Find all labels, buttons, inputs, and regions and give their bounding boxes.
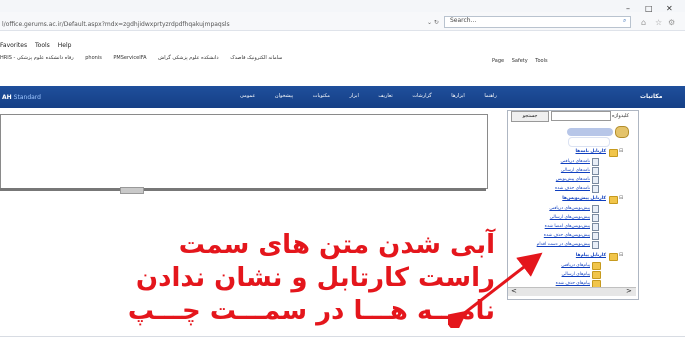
folder-icon — [592, 271, 601, 279]
document-icon — [592, 223, 599, 231]
expander-icon[interactable]: ⊟ — [619, 195, 623, 201]
nav-general[interactable]: عمومی — [240, 93, 255, 99]
tree-search-button[interactable]: جستجو — [511, 111, 549, 122]
menu-favorites[interactable]: Favorites — [0, 42, 27, 49]
document-icon — [592, 205, 599, 213]
document-icon — [592, 241, 599, 249]
nav-reports[interactable]: گزارشات — [412, 93, 431, 99]
document-icon — [592, 185, 599, 193]
annotation-line: نامـــه هـــا در سمـــت چـــپ — [127, 296, 495, 326]
tree-item[interactable]: پیش‌نویس‌های امضا شده — [530, 224, 590, 229]
main-nav: راهنما ابزارها گزارشات تعاریف ابزار مکتو… — [240, 93, 515, 99]
command-bar: Page Safety Tools — [486, 58, 548, 64]
annotation-arrow-icon — [448, 252, 543, 328]
tree-search-label: کلیدواژه — [612, 113, 630, 119]
tree-item[interactable]: نامه‌های پیش‌نویس — [530, 177, 590, 182]
command-page[interactable]: Page — [492, 58, 504, 64]
tree-section-drafts[interactable]: کارتابل پیش‌نویس‌ها — [546, 196, 606, 201]
refresh-icon[interactable]: ⌄ ↻ — [427, 19, 439, 26]
user-role-redacted — [568, 137, 610, 147]
tree-item[interactable]: پیش‌نویس‌های حذف شده — [530, 233, 590, 238]
nav-letters[interactable]: مکتوبات — [313, 93, 330, 99]
expander-icon[interactable]: ⊟ — [619, 148, 623, 154]
panel-divider[interactable] — [0, 188, 486, 191]
favorites-star-icon[interactable]: ☆ — [655, 18, 662, 27]
tree-item[interactable]: پیش‌نویس‌های ارسالی — [530, 215, 590, 220]
annotation-line: راست کارتابل و نشان ندادن — [135, 263, 495, 293]
search-icon[interactable]: ⌕ — [623, 17, 626, 25]
favorite-link[interactable]: سامانه الکترونیک قاصدک — [230, 55, 282, 61]
home-icon[interactable]: ⌂ — [641, 18, 646, 27]
document-icon — [592, 167, 599, 175]
annotation-line: آبی شدن متن های سمت — [178, 230, 495, 260]
scroll-right-icon[interactable]: > — [626, 287, 632, 295]
tree-item[interactable]: پیش‌نویس‌های دریافتی — [530, 206, 590, 211]
document-icon — [592, 232, 599, 240]
tree-search-input[interactable] — [551, 111, 611, 121]
tree-item[interactable]: نامه‌های دریافتی — [540, 159, 590, 164]
user-avatar — [615, 126, 629, 138]
tree-item[interactable]: پیش‌نویس‌های در دست اقدام — [515, 242, 590, 247]
app-edition: Standard — [13, 94, 41, 101]
tree-item[interactable]: نامه‌های ارسالی — [540, 168, 590, 173]
document-icon — [592, 158, 599, 166]
favorite-link[interactable]: PMServiceIFA — [113, 55, 146, 61]
document-icon — [592, 214, 599, 222]
folder-icon — [609, 196, 618, 204]
status-separator — [0, 336, 685, 337]
nav-desk[interactable]: پیشخوان — [275, 93, 293, 99]
tree-item[interactable]: نامه‌های حذف شده — [540, 186, 590, 191]
folder-icon — [609, 149, 618, 157]
nav-definitions[interactable]: تعاریف — [378, 93, 392, 99]
user-name-redacted — [567, 128, 613, 136]
folder-icon — [592, 262, 601, 270]
document-icon — [592, 176, 599, 184]
tree-section-letters[interactable]: کارتابل نامه‌ها — [556, 149, 607, 154]
menu-help[interactable]: Help — [58, 42, 72, 49]
nav-tools[interactable]: ابزارها — [451, 93, 465, 99]
browser-titlebar — [0, 0, 685, 12]
gear-icon[interactable]: ⚙ — [668, 18, 675, 27]
app-logo: AH Standard — [2, 94, 41, 101]
menu-bar: Favorites Tools Help — [0, 42, 77, 52]
letters-list-panel — [0, 114, 488, 189]
expander-icon[interactable]: ⊟ — [619, 252, 623, 258]
annotation-text: آبی شدن متن های سمت راست کارتابل و نشان … — [35, 229, 495, 328]
url-field[interactable]: l/office.gerums.ac.ir/Default.aspx?mdx=z… — [2, 20, 230, 30]
command-safety[interactable]: Safety — [512, 58, 528, 64]
favorite-link[interactable]: دانشکده علوم پزشکی phonis — [17, 55, 102, 61]
app-title: مکاتبات — [640, 93, 663, 100]
divider-grip[interactable] — [120, 187, 144, 194]
favorites-bar: HRIS - رفاه دانشکده علوم پزشکی phonis PM… — [0, 55, 685, 67]
nav-help[interactable]: راهنما — [484, 93, 496, 99]
favorite-link[interactable]: دانشکده علوم پزشکی گراش — [158, 55, 218, 61]
nav-tool[interactable]: ابزار — [349, 93, 358, 99]
search-placeholder: Search... — [450, 17, 477, 24]
app-logo-text: AH — [2, 94, 12, 101]
tree-section-messages[interactable]: کارتابل پیام‌ها — [556, 253, 606, 258]
command-tools[interactable]: Tools — [535, 58, 547, 64]
folder-icon — [609, 253, 618, 261]
menu-tools[interactable]: Tools — [35, 42, 50, 49]
